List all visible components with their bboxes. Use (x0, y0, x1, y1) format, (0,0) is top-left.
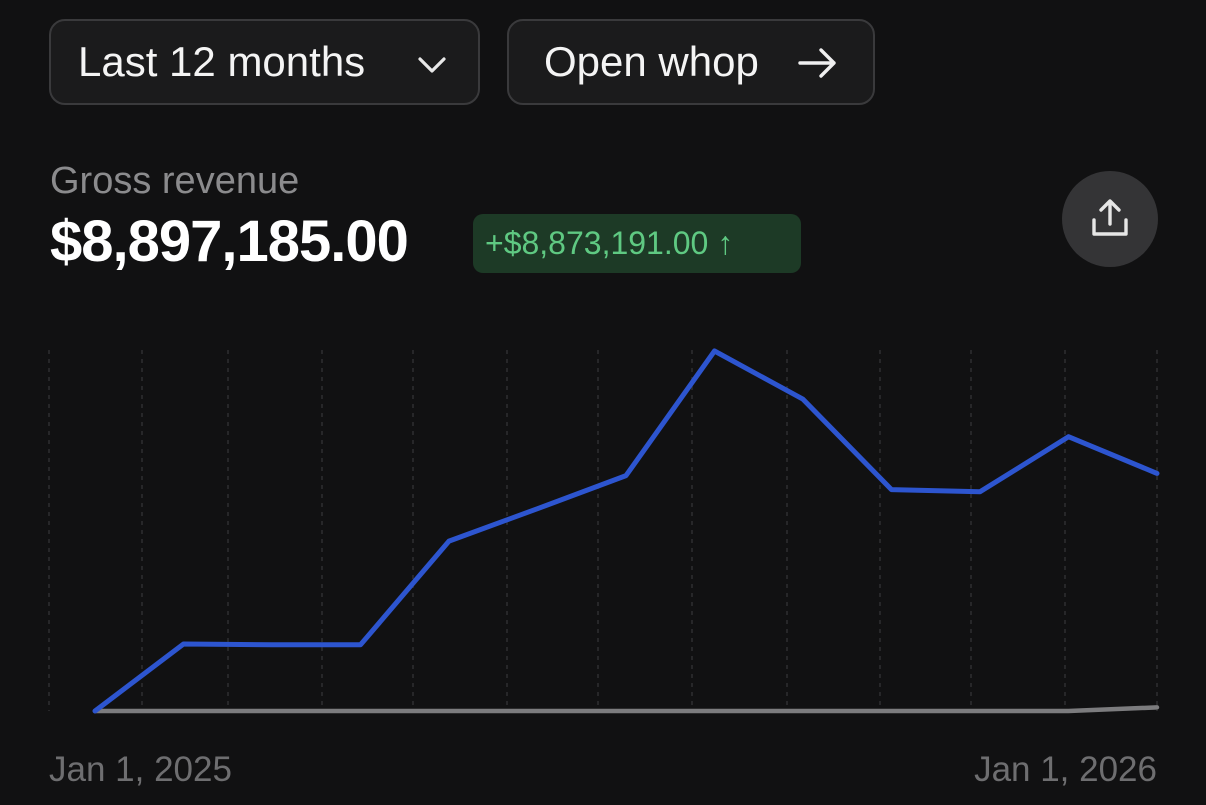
revenue-series-line (92, 348, 1160, 714)
open-whop-label: Open whop (544, 38, 759, 85)
revenue-change-badge: +$8,873,191.00 ↑ (473, 214, 801, 273)
x-axis-start-label: Jan 1, 2025 (49, 750, 232, 789)
share-upload-icon (1092, 199, 1128, 236)
chevron-down-icon (418, 57, 446, 73)
revenue-chart (48, 348, 1160, 714)
share-button[interactable] (1062, 171, 1158, 267)
open-whop-button[interactable]: Open whop (507, 19, 875, 105)
metric-label: Gross revenue (50, 160, 300, 202)
revenue-screen: Last 12 months Open whop Gross revenue $… (0, 0, 1206, 805)
date-range-dropdown[interactable]: Last 12 months (49, 19, 480, 105)
revenue-change-value: +$8,873,191.00 ↑ (485, 225, 734, 261)
gross-revenue-total: $8,897,185.00 (50, 209, 409, 274)
comparison-series-line (92, 705, 1160, 714)
date-range-label: Last 12 months (78, 38, 366, 85)
x-axis-end-label: Jan 1, 2026 (974, 750, 1157, 789)
arrow-right-icon (798, 48, 836, 78)
